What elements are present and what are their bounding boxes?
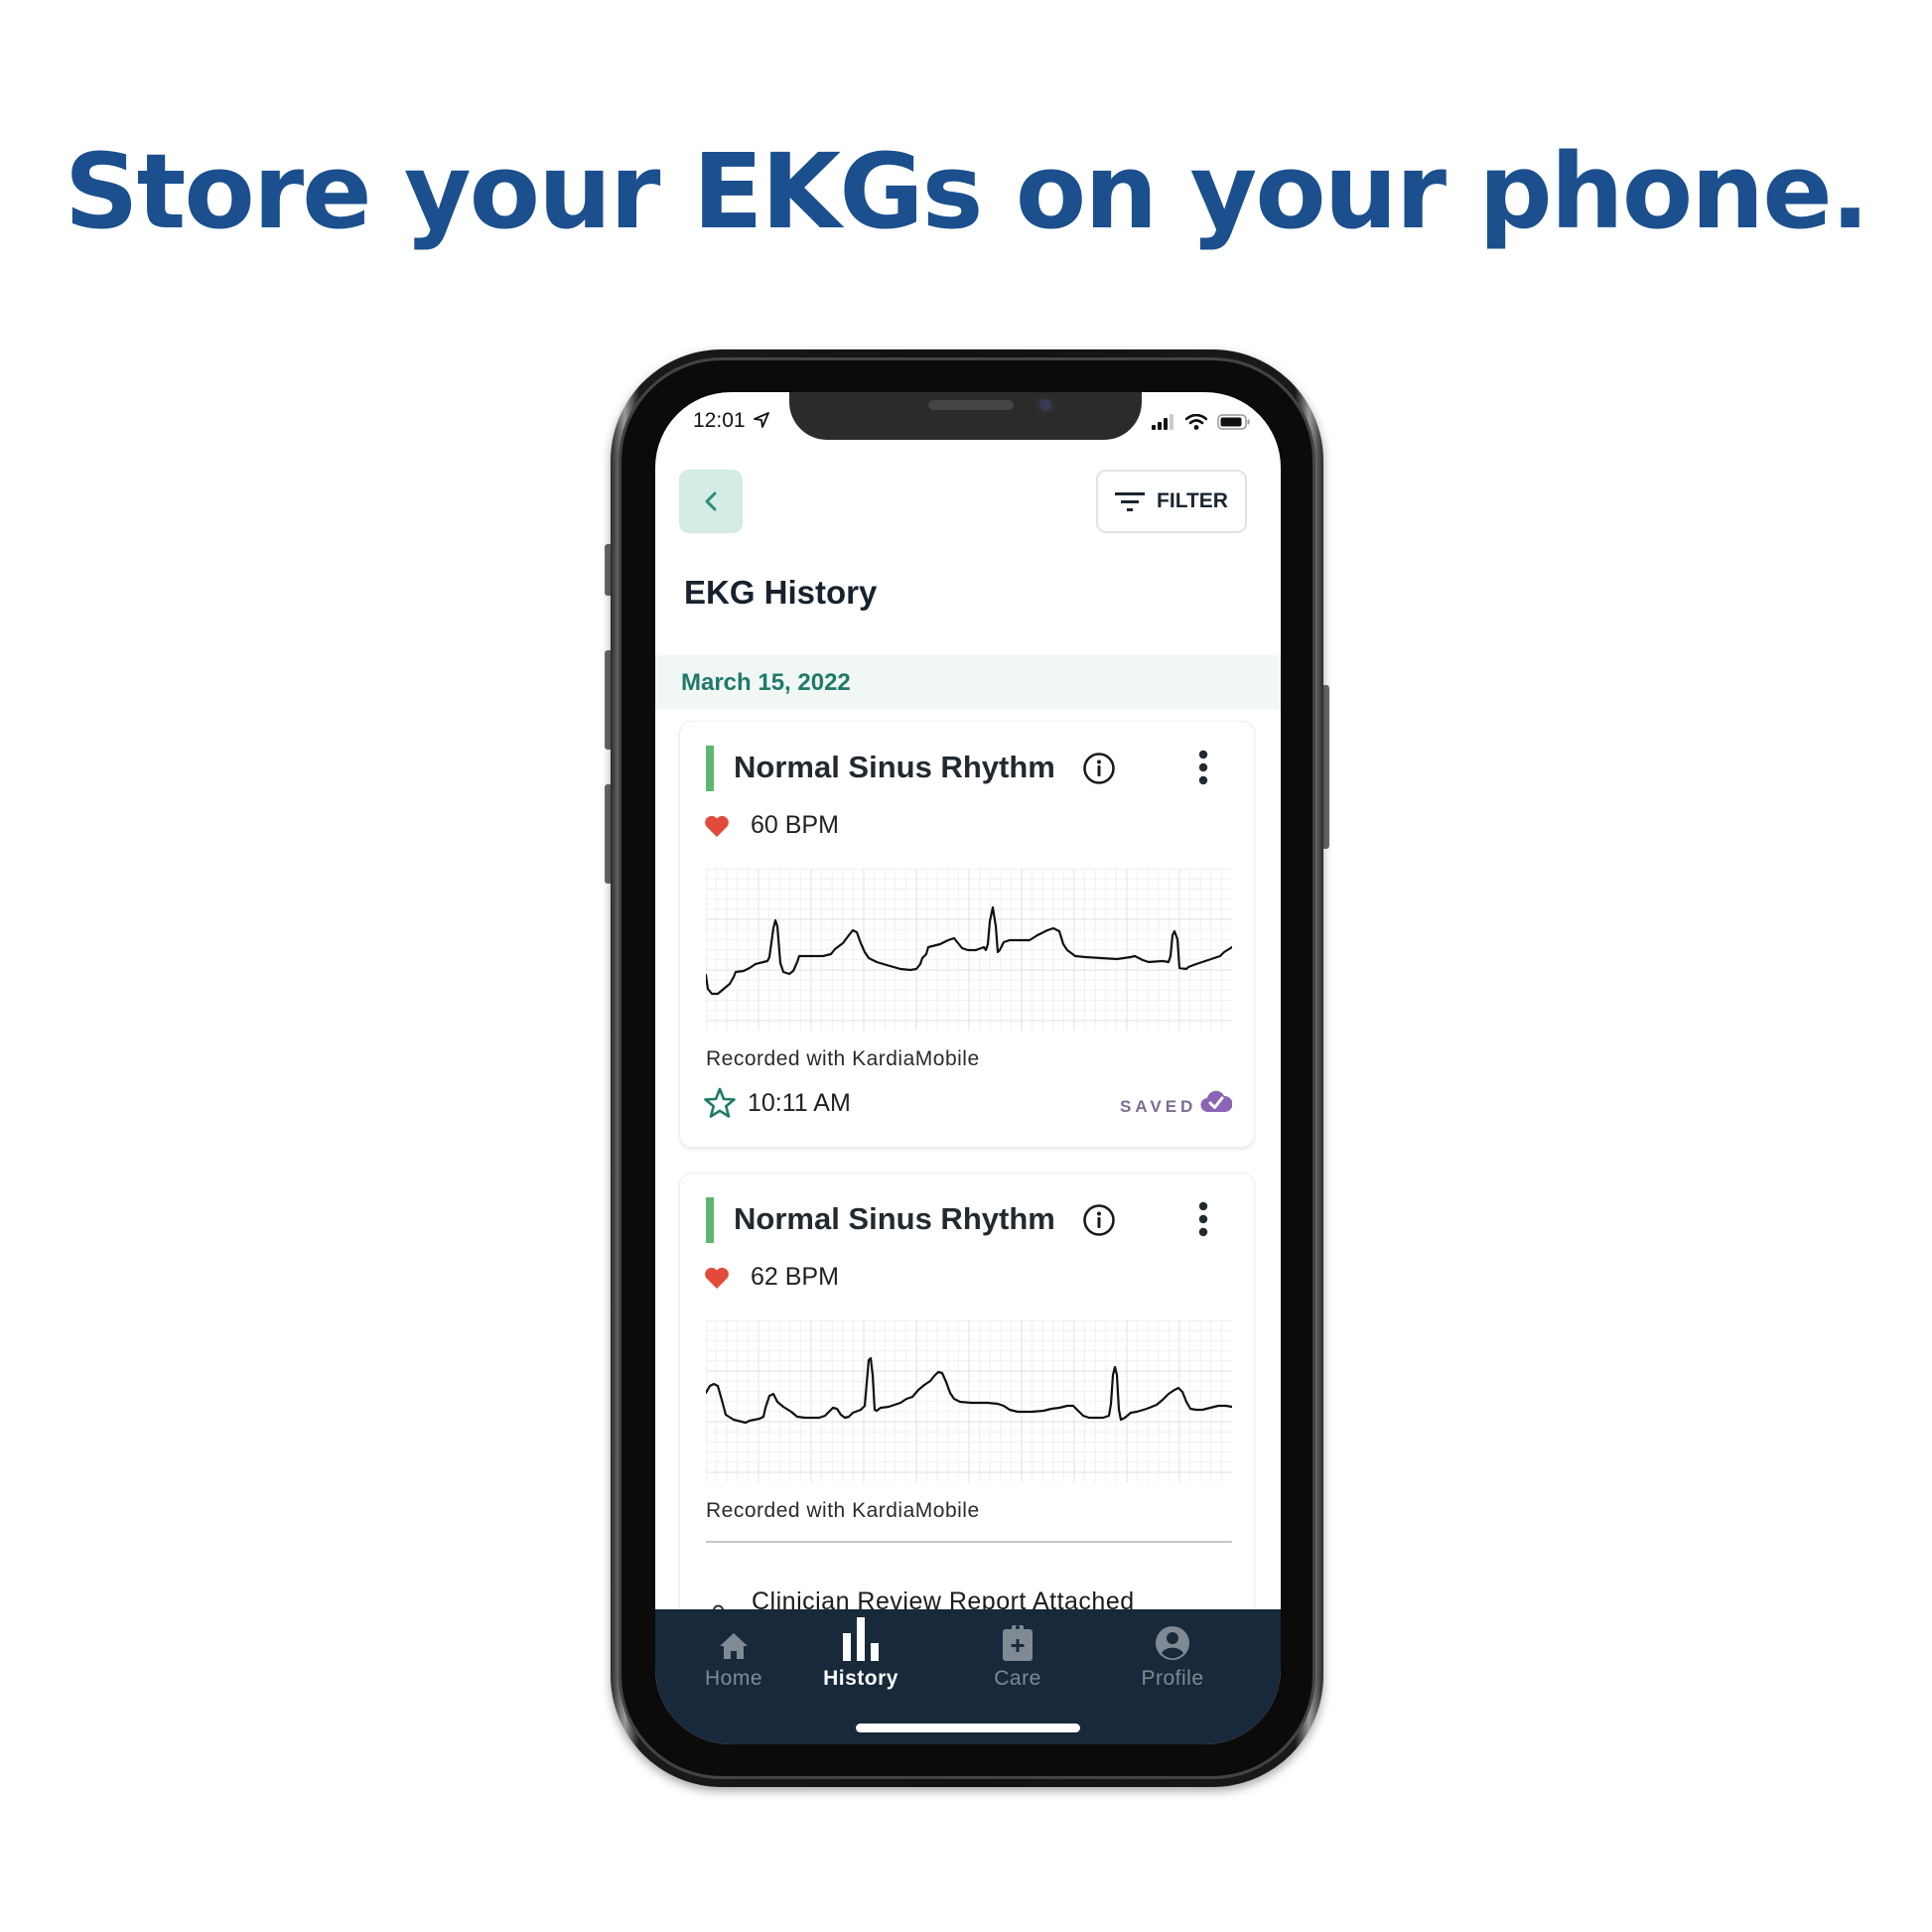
nav-label: Profile (1141, 1667, 1204, 1690)
divider (706, 1541, 1232, 1543)
bar-chart-icon (843, 1617, 879, 1661)
user-circle-icon (1156, 1626, 1189, 1660)
phone-screen: 12:01 FILTER EKG History March 15, 2022 … (655, 392, 1281, 1744)
back-button[interactable] (679, 470, 743, 533)
recorded-source: Recorded with KardiaMobile (706, 1499, 980, 1522)
heart-icon (705, 1267, 729, 1289)
status-time: 12:01 (693, 409, 770, 433)
rhythm-title: Normal Sinus Rhythm (734, 1201, 1055, 1236)
ekg-grid (706, 1320, 1232, 1482)
recording-time: 10:11 AM (748, 1089, 851, 1117)
chevron-left-icon (705, 491, 717, 511)
ekg-strip[interactable] (706, 869, 1232, 1031)
cloud-check-icon (1200, 1090, 1232, 1113)
notch (789, 392, 1142, 440)
filter-button[interactable]: FILTER (1096, 470, 1247, 533)
home-indicator[interactable] (856, 1724, 1080, 1732)
info-icon[interactable] (1082, 752, 1116, 785)
nav-history[interactable]: History (796, 1617, 925, 1691)
status-time-text: 12:01 (693, 409, 746, 432)
ekg-card[interactable]: Normal Sinus Rhythm 60 BPM Recorded with… (680, 722, 1254, 1147)
rhythm-accent-bar (706, 746, 714, 791)
home-icon (720, 1633, 748, 1659)
nav-home[interactable]: Home (669, 1617, 798, 1691)
more-vertical-icon[interactable] (1196, 1201, 1210, 1237)
status-icons (1152, 414, 1251, 430)
star-icon[interactable] (704, 1087, 736, 1119)
date-label: March 15, 2022 (681, 669, 851, 696)
recorded-source: Recorded with KardiaMobile (706, 1047, 980, 1070)
saved-status: SAVED (1120, 1097, 1197, 1116)
speaker (928, 400, 1014, 410)
bottom-nav: Home History Care Profile (655, 1609, 1281, 1744)
filter-label: FILTER (1157, 489, 1228, 512)
heart-rate: 60 BPM (751, 811, 839, 839)
info-icon[interactable] (1082, 1203, 1116, 1237)
rhythm-title: Normal Sinus Rhythm (734, 750, 1055, 784)
rhythm-accent-bar (706, 1197, 714, 1243)
heart-rate: 62 BPM (751, 1263, 839, 1291)
filter-lines-icon (1115, 492, 1146, 511)
wifi-icon (1185, 414, 1207, 430)
headline: Store your EKGs on your phone. (64, 131, 1869, 252)
page-title: EKG History (684, 574, 878, 611)
nav-label: History (823, 1667, 898, 1690)
battery-icon (1217, 414, 1250, 430)
nav-label: Care (994, 1667, 1041, 1690)
more-vertical-icon[interactable] (1196, 750, 1210, 785)
nav-label: Home (704, 1667, 763, 1690)
camera (1035, 395, 1055, 415)
date-group-header: March 15, 2022 (655, 655, 1281, 709)
nav-profile[interactable]: Profile (1108, 1617, 1237, 1691)
location-arrow-icon (754, 412, 770, 428)
heart-icon (705, 815, 729, 837)
signal-icon (1152, 414, 1173, 430)
nav-care[interactable]: Care (953, 1617, 1082, 1691)
ekg-strip[interactable] (706, 1320, 1232, 1482)
clipboard-plus-icon (1003, 1625, 1033, 1661)
